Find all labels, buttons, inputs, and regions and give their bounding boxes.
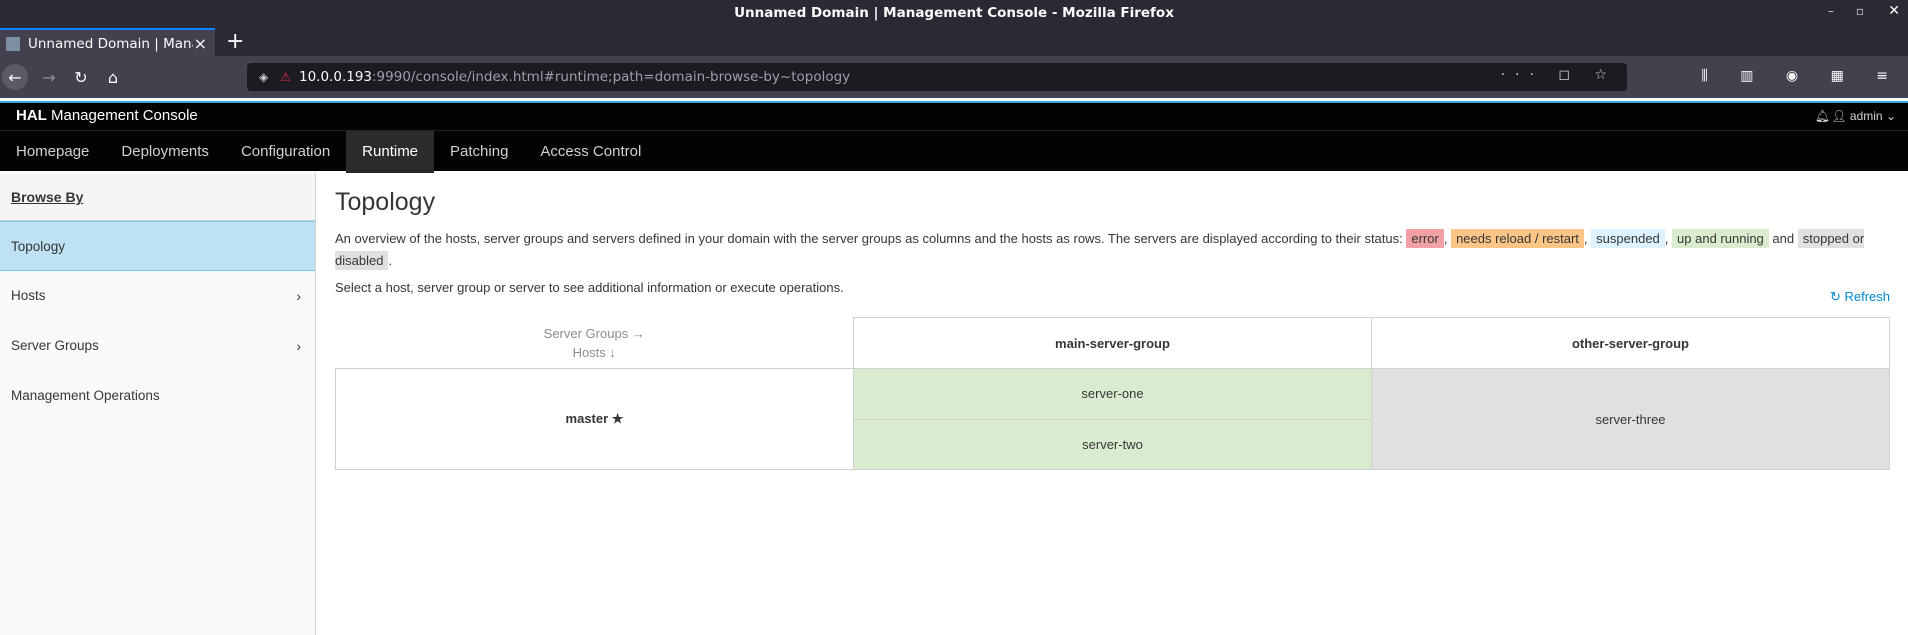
nav-runtime[interactable]: Runtime (346, 131, 435, 173)
sidebar-item-label: Hosts (11, 288, 46, 303)
topology-hint: Select a host, server group or server to… (335, 280, 844, 295)
url-bar[interactable]: ◈ ⚠ 10.0.0.193:9990/console/index.html#r… (247, 63, 1627, 91)
brand-text: Management Console (46, 107, 198, 124)
reload-icon[interactable]: ↻ (68, 64, 94, 90)
nav-deployments[interactable]: Deployments (105, 131, 225, 173)
brand-logo[interactable]: HAL Management Console (16, 107, 198, 124)
separator: and (1772, 231, 1795, 246)
back-icon[interactable]: ← (2, 64, 28, 90)
table-corner: Server Groups → Hosts ↓ (335, 317, 854, 369)
nav-access-control[interactable]: Access Control (524, 131, 657, 173)
description-text: An overview of the hosts, server groups … (335, 231, 1407, 246)
refresh-icon: ↻ (1829, 289, 1841, 304)
hal-header: HAL Management Console 🔔︎ 👤︎ admin ⌄ Hom… (0, 101, 1908, 173)
star-icon: ★ (611, 411, 624, 426)
user-menu[interactable]: 👤︎ admin ⌄ (1831, 109, 1896, 123)
toolbar-icons[interactable]: ⫼ ▥ ◉ ▦ ≡ (1701, 68, 1902, 84)
refresh-label: Refresh (1844, 289, 1890, 304)
nav-patching[interactable]: Patching (434, 131, 524, 173)
url-path: :9990/console/index.html#runtime;path=do… (372, 69, 851, 85)
sidebar-item-hosts[interactable]: Hosts › (0, 271, 315, 321)
insecure-lock-icon[interactable]: ⚠ (280, 70, 291, 84)
minimize-icon[interactable]: – (1828, 4, 1834, 18)
nav-homepage[interactable]: Homepage (0, 131, 105, 173)
forward-icon[interactable]: → (36, 64, 62, 90)
refresh-button[interactable]: ↻ Refresh (1830, 289, 1890, 305)
window-titlebar: Unnamed Domain | Management Console - Mo… (0, 0, 1908, 28)
group-header-other[interactable]: other-server-group (1370, 317, 1891, 369)
page-title: Topology (335, 188, 436, 216)
topology-table: Server Groups → Hosts ↓ main-server-group… (335, 317, 1891, 470)
topology-description: An overview of the hosts, server groups … (335, 228, 1890, 272)
sidebar-item-management-operations[interactable]: Management Operations (0, 371, 315, 421)
favicon-icon (6, 37, 20, 51)
sidebar-item-label: Management Operations (11, 388, 160, 403)
url-host: 10.0.0.193 (299, 69, 372, 85)
separator: , (1664, 231, 1669, 246)
close-window-icon[interactable]: ✕ (1888, 3, 1900, 19)
chevron-right-icon: › (296, 288, 301, 304)
sidebar-title: Browse By (0, 173, 315, 221)
nav-configuration[interactable]: Configuration (225, 131, 346, 173)
tab-title: Unnamed Domain | Management Console (28, 36, 193, 52)
host-cell-master[interactable]: master ★ (335, 368, 854, 470)
status-label-reload: needs reload / restart (1451, 229, 1584, 248)
host-name: master (565, 411, 609, 426)
corner-hosts-label: Hosts ↓ (572, 344, 616, 360)
sidebar-item-label: Server Groups (11, 338, 99, 353)
sidebar-item-label: Topology (11, 239, 66, 254)
chevron-right-icon: › (296, 338, 301, 354)
notification-bell-icon[interactable]: 🔔︎ (1815, 109, 1830, 123)
restore-icon[interactable]: ▫ (1856, 4, 1864, 18)
tab-bar: Unnamed Domain | Management Console × + (0, 28, 1908, 58)
server-cell-three[interactable]: server-three (1370, 368, 1891, 470)
browser-navbar: ← → ↻ ⌂ ◈ ⚠ 10.0.0.193:9990/console/inde… (0, 56, 1908, 98)
separator: . (388, 253, 393, 268)
separator: , (1583, 231, 1588, 246)
brand-bold: HAL (16, 107, 47, 124)
group-header-main[interactable]: main-server-group (852, 317, 1372, 369)
separator: , (1443, 231, 1448, 246)
sidebar-item-topology[interactable]: Topology (0, 221, 315, 271)
status-label-running: up and running (1672, 229, 1769, 248)
main-content: Topology An overview of the hosts, serve… (317, 173, 1908, 635)
browser-tab[interactable]: Unnamed Domain | Management Console × (0, 28, 215, 58)
brand-row: HAL Management Console 🔔︎ 👤︎ admin ⌄ (0, 103, 1908, 131)
sidebar: Browse By Topology Hosts › Server Groups ›… (0, 173, 316, 635)
page-actions-icon[interactable]: ··· ◻ ☆ (1501, 67, 1617, 83)
corner-groups-label: Server Groups → (543, 325, 645, 341)
server-cell-two[interactable]: server-two (852, 418, 1372, 470)
close-tab-icon[interactable]: × (194, 34, 207, 53)
status-label-suspended: suspended (1591, 229, 1665, 248)
server-cell-one[interactable]: server-one (852, 368, 1372, 420)
window-title: Unnamed Domain | Management Console - Mo… (734, 5, 1174, 21)
sidebar-item-server-groups[interactable]: Server Groups › (0, 321, 315, 371)
main-nav: Homepage Deployments Configuration Runti… (0, 131, 1908, 173)
tracking-shield-icon[interactable]: ◈ (259, 70, 268, 84)
home-icon[interactable]: ⌂ (100, 64, 126, 90)
user-name: admin (1849, 109, 1883, 123)
status-label-error: error (1406, 229, 1444, 248)
new-tab-icon[interactable]: + (226, 29, 244, 54)
